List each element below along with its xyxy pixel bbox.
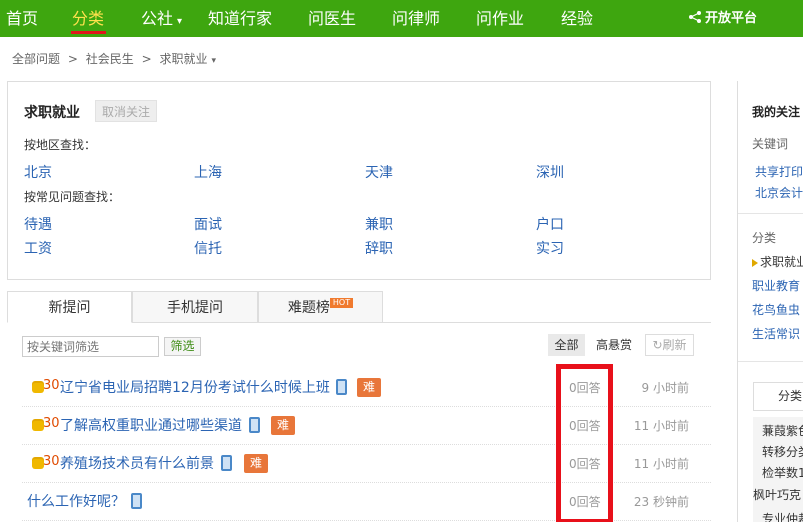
refresh-label: 刷新 [662, 338, 687, 352]
sidebar-list-item[interactable]: 检举数1 [762, 464, 803, 481]
unfollow-button[interactable]: 取消关注 [95, 100, 157, 122]
answers-highlight-box [556, 364, 613, 522]
category-panel: 求职就业 取消关注 按地区查找： 北京 上海 天津 深圳 按常见问题查找： 待遇… [7, 81, 711, 280]
chevron-down-icon[interactable]: ▾ [211, 56, 216, 66]
topic-link[interactable]: 信托 [194, 238, 222, 258]
refresh-button[interactable]: ↻刷新 [645, 334, 694, 356]
sidebar-list-item[interactable]: 转移分类 [762, 443, 803, 460]
by-region-label: 按地区查找： [24, 138, 97, 152]
question-title[interactable]: 辽宁省电业局招聘12月份考试什么时候上班 [60, 377, 330, 397]
topic-link[interactable]: 辞职 [365, 238, 393, 258]
my-follow-title: 我的关注 [752, 105, 801, 119]
question-title[interactable]: 了解高权重职业通过哪些渠道 [60, 415, 242, 435]
breadcrumb-current[interactable]: 求职就业 [159, 52, 207, 66]
category-label: 分类 [752, 231, 777, 245]
by-topic-label: 按常见问题查找： [24, 190, 121, 204]
keyword-link[interactable]: 共享打印 [755, 163, 803, 180]
question-time: 11 小时前 [633, 419, 689, 433]
mobile-icon [336, 379, 347, 395]
sidebar-list-item[interactable]: 蒹葭紫色 [762, 422, 803, 439]
sidebar-tab-category[interactable]: 分类 [753, 382, 803, 411]
question-time: 23 秒钟前 [633, 495, 689, 509]
city-link[interactable]: 深圳 [536, 162, 564, 182]
tab-new-questions[interactable]: 新提问 [7, 291, 132, 323]
sort-all-button[interactable]: 全部 [548, 334, 585, 356]
mobile-icon [131, 493, 142, 509]
category-title: 求职就业 [24, 105, 80, 121]
sidebar-category-link[interactable]: 花鸟鱼虫 [752, 301, 800, 318]
sidebar-category-label: 求职就业 [760, 255, 803, 269]
top-nav: 首页 分类 公社 ▾ 知道行家 问医生 问律师 问作业 经验 开放平台 [0, 0, 803, 37]
chevron-down-icon: ▾ [177, 16, 183, 27]
sidebar-list-item[interactable]: 枫叶巧克 [753, 486, 801, 503]
city-link[interactable]: 上海 [194, 162, 222, 182]
reward-amount: 30 [43, 416, 60, 431]
nav-ask-doctor[interactable]: 问医生 [308, 0, 356, 37]
nav-community-label: 公社 [141, 9, 174, 28]
breadcrumb-separator: > [67, 52, 78, 66]
filter-button[interactable]: 筛选 [164, 337, 201, 356]
tab-hard-label: 难题榜 [287, 300, 330, 316]
open-platform-link[interactable]: 开放平台 [689, 0, 757, 37]
breadcrumb-separator: > [141, 52, 152, 66]
city-link[interactable]: 天津 [365, 162, 393, 182]
nav-homework[interactable]: 问作业 [476, 0, 524, 37]
topic-link[interactable]: 实习 [536, 238, 564, 258]
topic-link[interactable]: 面试 [194, 214, 222, 234]
keywords-label: 关键词 [752, 137, 789, 151]
reward-amount: 30 [43, 454, 60, 469]
topic-link[interactable]: 兼职 [365, 214, 393, 234]
topic-link[interactable]: 待遇 [24, 214, 52, 234]
nav-community[interactable]: 公社 ▾ [141, 0, 182, 37]
question-title[interactable]: 什么工作好呢？ [27, 491, 125, 511]
nav-ask-lawyer[interactable]: 问律师 [392, 0, 440, 37]
sidebar-category-current[interactable]: 求职就业 [752, 253, 803, 270]
breadcrumb-all[interactable]: 全部问题 [12, 52, 60, 66]
reward-amount: 30 [43, 378, 60, 393]
hot-badge: HOT [329, 298, 354, 308]
nav-experts[interactable]: 知道行家 [208, 0, 272, 37]
nav-experience[interactable]: 经验 [561, 0, 593, 37]
hard-badge: 难 [271, 416, 295, 435]
hard-badge: 难 [244, 454, 268, 473]
refresh-icon: ↻ [652, 338, 663, 352]
question-time: 11 小时前 [633, 457, 689, 471]
sidebar-category-link[interactable]: 职业教育 [752, 277, 800, 294]
breadcrumb-society[interactable]: 社会民生 [86, 52, 134, 66]
mobile-icon [249, 417, 260, 433]
keyword-link[interactable]: 北京会计 [755, 184, 803, 201]
hard-badge: 难 [357, 378, 381, 397]
sidebar-list-item[interactable]: 专业仲裁 [762, 510, 803, 522]
arrow-right-icon [752, 258, 758, 267]
breadcrumb: 全部问题 > 社会民生 > 求职就业 ▾ [12, 50, 220, 67]
sidebar-divider [738, 361, 803, 362]
city-link[interactable]: 北京 [24, 162, 52, 182]
nav-home[interactable]: 首页 [6, 0, 38, 37]
open-platform-label: 开放平台 [705, 11, 758, 26]
sidebar-divider [738, 213, 803, 214]
keyword-filter-input[interactable] [22, 336, 159, 357]
topic-link[interactable]: 工资 [24, 238, 52, 258]
question-title[interactable]: 养殖场技术员有什么前景 [60, 453, 214, 473]
topic-link[interactable]: 户口 [536, 214, 564, 234]
question-time: 9 小时前 [641, 381, 689, 395]
mobile-icon [221, 455, 232, 471]
right-sidebar: 我的关注 关键词 共享打印 北京会计 分类 求职就业 职业教育 花鸟鱼虫 生活常… [737, 81, 803, 522]
tab-hard-questions[interactable]: 难题榜 HOT [258, 291, 383, 323]
sidebar-category-link[interactable]: 生活常识 [752, 325, 800, 342]
tab-mobile-questions[interactable]: 手机提问 [132, 291, 258, 323]
share-icon [689, 11, 701, 23]
sort-bounty-button[interactable]: 高悬赏 [596, 334, 632, 356]
nav-active-indicator [71, 31, 106, 34]
